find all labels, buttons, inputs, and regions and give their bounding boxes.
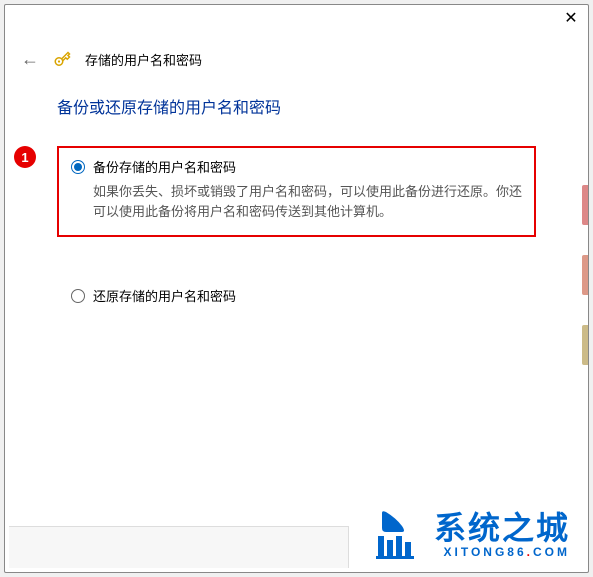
- watermark-main: 系统之城: [434, 512, 570, 544]
- watermark-text: 系统之城 XITONG86.COM: [434, 512, 570, 558]
- key-icon: [53, 51, 71, 69]
- watermark-logo-icon: [372, 510, 424, 560]
- backup-label: 备份存储的用户名和密码: [93, 158, 522, 178]
- header-title: 存储的用户名和密码: [85, 50, 202, 69]
- close-icon: ✕: [564, 8, 577, 28]
- page-heading: 备份或还原存储的用户名和密码: [57, 94, 536, 118]
- close-button[interactable]: ✕: [562, 9, 580, 27]
- backup-option-group[interactable]: 1 备份存储的用户名和密码 如果你丢失、损坏或销毁了用户名和密码，可以使用此备份…: [57, 146, 536, 237]
- watermark: 系统之城 XITONG86.COM: [372, 510, 570, 560]
- restore-content: 还原存储的用户名和密码: [93, 287, 536, 307]
- watermark-sub-prefix: XITONG86: [444, 545, 527, 559]
- title-bar: ✕: [5, 5, 588, 37]
- stripe-1: [582, 185, 588, 225]
- content-area: 备份或还原存储的用户名和密码 1 备份存储的用户名和密码 如果你丢失、损坏或销毁…: [5, 70, 588, 307]
- stripe-3: [582, 325, 588, 365]
- header-row: ← 存储的用户名和密码: [5, 37, 588, 70]
- back-button[interactable]: ←: [21, 49, 39, 70]
- restore-label: 还原存储的用户名和密码: [93, 287, 536, 307]
- input-bar: [9, 526, 349, 568]
- dialog-window: ✕ ← 存储的用户名和密码 备份或还原存储的用户名和密码 1 备份存储的用户名和…: [4, 4, 589, 573]
- restore-radio[interactable]: [71, 289, 85, 303]
- watermark-sub-suffix: COM: [533, 545, 570, 559]
- backup-radio[interactable]: [71, 160, 85, 174]
- backup-description: 如果你丢失、损坏或销毁了用户名和密码，可以使用此备份进行还原。你还可以使用此备份…: [93, 182, 522, 224]
- step-badge: 1: [14, 146, 36, 168]
- edge-decoration: [582, 185, 588, 395]
- stripe-2: [582, 255, 588, 295]
- restore-option-group[interactable]: 还原存储的用户名和密码: [57, 287, 536, 307]
- backup-content: 备份存储的用户名和密码 如果你丢失、损坏或销毁了用户名和密码，可以使用此备份进行…: [93, 158, 522, 223]
- watermark-sub: XITONG86.COM: [434, 546, 570, 558]
- restore-radio-row: 还原存储的用户名和密码: [71, 287, 536, 307]
- backup-radio-row: 备份存储的用户名和密码 如果你丢失、损坏或销毁了用户名和密码，可以使用此备份进行…: [71, 158, 522, 223]
